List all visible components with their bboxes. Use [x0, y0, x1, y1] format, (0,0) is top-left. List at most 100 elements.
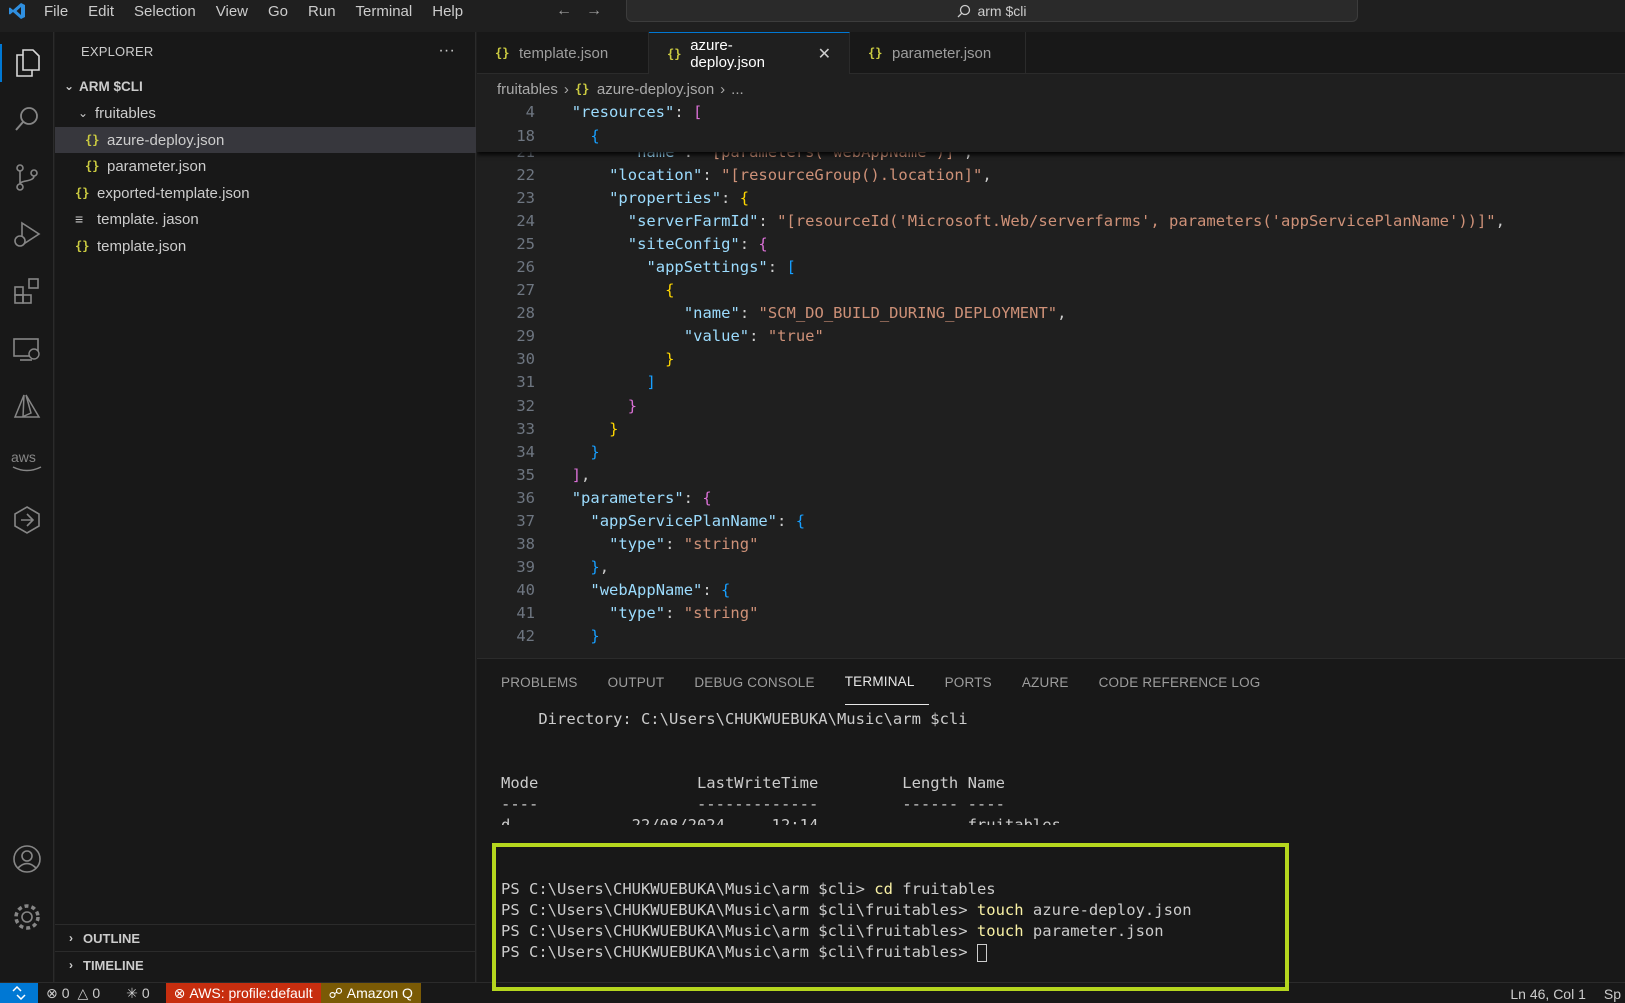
menu-view[interactable]: View — [206, 3, 258, 20]
tab-azure-deploy-json[interactable]: {} azure-deploy.json ✕ — [649, 32, 850, 74]
problems-status[interactable]: ⊗ 0 △ 0 — [38, 983, 108, 1003]
chevron-down-icon: ⌄ — [77, 106, 89, 120]
outline-label: OUTLINE — [83, 930, 141, 946]
tree-root-folder[interactable]: ⌄ ARM $CLI — [55, 73, 476, 99]
close-icon[interactable]: ✕ — [818, 44, 831, 64]
azure-icon[interactable] — [8, 387, 46, 425]
json-file-icon: {} — [85, 159, 100, 173]
code-line: 42 } — [516, 627, 600, 645]
back-arrow-icon[interactable]: ← — [556, 2, 572, 20]
timeline-section[interactable]: › TIMELINE — [55, 951, 476, 978]
code-line: 33 } — [516, 419, 619, 438]
sticky-line: 4 "resources": [ — [525, 103, 703, 121]
remote-indicator-icon[interactable] — [0, 982, 38, 1003]
ports-count: 0 — [141, 985, 150, 1001]
vscode-logo-icon — [0, 0, 34, 22]
amazon-q-status[interactable]: ☍ Amazon Q — [320, 982, 421, 1003]
root-folder-label: ARM $CLI — [79, 78, 143, 94]
explorer-icon[interactable] — [0, 44, 54, 82]
amazon-q-icon: ☍ — [328, 984, 343, 1001]
forward-arrow-icon[interactable]: → — [586, 2, 602, 20]
activity-bar: aws — [0, 32, 54, 982]
tree-folder-fruitables[interactable]: ⌄ fruitables — [55, 100, 476, 126]
menu-file[interactable]: File — [34, 3, 78, 20]
indentation[interactable]: Sp — [1604, 986, 1621, 1002]
search-icon[interactable] — [8, 100, 46, 138]
menu-help[interactable]: Help — [422, 3, 473, 20]
cursor-position[interactable]: Ln 46, Col 1 — [1510, 986, 1586, 1002]
ports-status[interactable]: ✳ 0 — [118, 983, 158, 1003]
breadcrumb: fruitables › {} azure-deploy.json › ... — [497, 78, 744, 100]
remote-explorer-icon[interactable] — [8, 330, 46, 368]
json-file-icon: {} — [667, 46, 682, 61]
file-label: azure-deploy.json — [107, 131, 225, 149]
code-line: 35 ], — [516, 465, 591, 484]
json-file-icon: {} — [574, 82, 590, 96]
run-debug-icon[interactable] — [8, 215, 46, 253]
title-bar: File Edit Selection View Go Run Terminal… — [0, 0, 1625, 22]
tree-file-template[interactable]: {} template.json — [55, 233, 476, 259]
tab-terminal[interactable]: TERMINAL — [844, 659, 929, 705]
tree-file-parameter[interactable]: {} parameter.json — [55, 153, 476, 179]
code-line: 34 } — [516, 442, 600, 461]
tab-code-reference-log[interactable]: CODE REFERENCE LOG — [1099, 659, 1275, 705]
code-line: 22 "location": "[resourceGroup().locatio… — [516, 166, 992, 184]
error-count: 0 — [61, 985, 70, 1001]
error-icon: ⊗ — [173, 984, 186, 1001]
json-file-icon: {} — [495, 46, 510, 60]
nav-arrows: ← → — [556, 0, 602, 22]
search-icon — [958, 4, 971, 17]
tab-output[interactable]: OUTPUT — [608, 659, 679, 705]
text-file-icon: ≡ — [75, 211, 84, 227]
menu-run[interactable]: Run — [298, 3, 346, 20]
code-line: 38 "type": "string" — [516, 534, 759, 553]
code-line: 37 "appServicePlanName": { — [516, 511, 806, 530]
code-line: 36 "parameters": { — [516, 488, 712, 507]
code-editor[interactable]: 4 "resources": [ 18 { 21 "name": "[param… — [477, 101, 1625, 657]
tab-problems[interactable]: PROBLEMS — [501, 659, 592, 705]
account-icon[interactable] — [8, 840, 46, 878]
command-center-label: arm $cli — [977, 2, 1027, 19]
terminal-directory: Directory: C:\Users\CHUKWUEBUKA\Music\ar… — [501, 710, 968, 728]
aws-icon[interactable]: aws — [8, 442, 46, 480]
code-line: 30 } — [516, 350, 675, 369]
menu-selection[interactable]: Selection — [124, 3, 206, 20]
code-line: 28 "name": "SCM_DO_BUILD_DURING_DEPLOYME… — [516, 304, 1067, 323]
breadcrumb-folder[interactable]: fruitables — [497, 81, 558, 98]
command-center[interactable]: arm $cli — [626, 0, 1358, 22]
tab-ports[interactable]: PORTS — [945, 659, 1006, 705]
aws-profile-status[interactable]: ⊗ AWS: profile:default — [165, 982, 321, 1003]
kubernetes-icon[interactable] — [8, 501, 46, 539]
json-file-icon: {} — [75, 239, 90, 253]
broadcast-icon: ✳ — [126, 984, 138, 1001]
chevron-right-icon: › — [69, 931, 73, 945]
tree-file-exported-template[interactable]: {} exported-template.json — [55, 180, 476, 206]
chevron-right-icon: › — [720, 80, 726, 98]
tab-label: template.json — [519, 44, 609, 62]
breadcrumb-rest[interactable]: ... — [731, 81, 744, 98]
source-control-icon[interactable] — [8, 158, 46, 196]
more-actions-icon[interactable]: ··· — [438, 42, 455, 60]
tab-azure[interactable]: AZURE — [1022, 659, 1083, 705]
status-right: Ln 46, Col 1 Sp — [1510, 983, 1625, 1003]
warning-count: 0 — [92, 985, 101, 1001]
code-line: 29 "value": "true" — [516, 327, 824, 346]
timeline-label: TIMELINE — [83, 957, 144, 973]
outline-section[interactable]: › OUTLINE — [55, 924, 476, 951]
menu-terminal[interactable]: Terminal — [346, 3, 423, 20]
tree-file-template-jason[interactable]: ≡ template. jason — [55, 206, 476, 232]
tab-debug-console[interactable]: DEBUG CONSOLE — [694, 659, 828, 705]
breadcrumb-file[interactable]: azure-deploy.json — [597, 81, 714, 98]
menu-edit[interactable]: Edit — [78, 3, 124, 20]
warning-icon: △ — [77, 984, 89, 1001]
code-line: 27 { — [516, 281, 675, 300]
extensions-icon[interactable] — [8, 272, 46, 310]
tab-template-json[interactable]: {} template.json — [477, 32, 649, 74]
settings-gear-icon[interactable] — [8, 898, 46, 936]
chevron-right-icon: › — [69, 958, 73, 972]
tree-file-azure-deploy[interactable]: {} azure-deploy.json — [55, 127, 476, 153]
json-file-icon: {} — [75, 186, 90, 200]
tab-parameter-json[interactable]: {} parameter.json — [850, 32, 1026, 74]
menu-go[interactable]: Go — [258, 3, 298, 20]
amazon-q-label: Amazon Q — [346, 985, 413, 1001]
